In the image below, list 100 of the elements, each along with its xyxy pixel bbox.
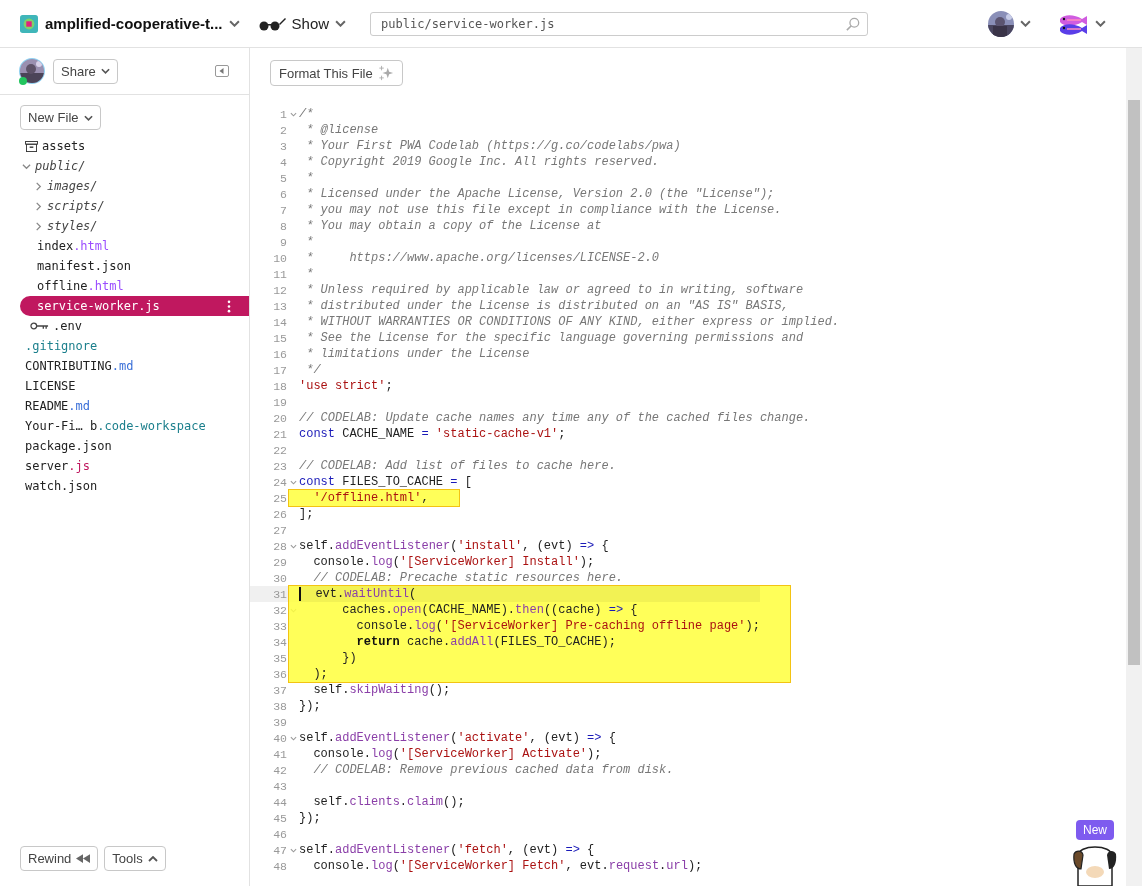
chevron-right-icon[interactable] — [34, 201, 43, 211]
code-line: * Your First PWA Codelab (https://g.co/codelabs/pwa) — [305, 138, 681, 154]
chevron-down-icon — [100, 68, 110, 74]
sparkle-icon — [377, 65, 394, 81]
line-number: 29 — [272, 555, 287, 569]
line-number: 26 — [272, 507, 287, 521]
code-line: ); — [312, 666, 328, 682]
format-file-button[interactable]: Format This File — [270, 60, 403, 86]
line-number: 34 — [272, 635, 287, 649]
code-line: // CODELAB: Add list of files to cache here. — [299, 458, 616, 474]
collapse-sidebar-icon[interactable] — [215, 65, 229, 77]
line-number: 32 — [272, 603, 287, 617]
line-number: 47 — [272, 843, 287, 857]
line-number: 11 — [272, 267, 287, 281]
code-line: * distributed under the License is distributed on an "AS IS" BASIS, — [305, 298, 789, 314]
project-name[interactable]: amplified-cooperative-t... — [45, 15, 223, 32]
fold-chevron-icon[interactable] — [289, 735, 297, 741]
file-item[interactable]: CONTRIBUTING.md — [25, 359, 134, 373]
code-line: * — [305, 170, 314, 186]
file-item[interactable]: LICENSE — [25, 379, 76, 393]
code-line: '/offline.html', — [312, 490, 429, 506]
new-badge[interactable]: New — [1076, 820, 1114, 840]
code-line: * — [305, 266, 314, 282]
code-line: evt.waitUntil( — [314, 586, 417, 602]
line-number: 18 — [272, 379, 287, 393]
code-line: * https://www.apache.org/licenses/LICENSE-2.0 — [305, 250, 660, 266]
code-line: * WITHOUT WARRANTIES OR CONDITIONS OF ANY KIND, either express or implied. — [305, 314, 840, 330]
line-number: 27 — [272, 523, 287, 537]
fold-chevron-icon[interactable] — [289, 543, 297, 549]
line-number: 23 — [272, 459, 287, 473]
file-item[interactable]: server.js — [25, 459, 91, 473]
tools-button[interactable]: Tools — [104, 846, 166, 871]
line-number: 42 — [272, 763, 287, 777]
new-file-button[interactable]: New File — [20, 105, 101, 130]
chevron-right-icon[interactable] — [34, 181, 43, 191]
line-number: 46 — [272, 827, 287, 841]
code-line: // CODELAB: Update cache names any time any of the cached files change. — [299, 410, 811, 426]
code-line: console.log('[ServiceWorker] Install'); — [312, 554, 595, 570]
code-line: * limitations under the License — [305, 346, 530, 362]
line-number: 22 — [272, 443, 287, 457]
chevron-down-icon[interactable] — [22, 161, 31, 171]
code-line: ]; — [299, 506, 314, 522]
chevron-down-icon[interactable] — [1020, 20, 1031, 27]
code-line: * @license — [305, 122, 379, 138]
rewind-button[interactable]: Rewind — [20, 846, 99, 871]
chevron-right-icon[interactable] — [34, 221, 43, 231]
line-number: 17 — [272, 363, 287, 377]
code-line: * you may not use this file except in compliance with the License. — [305, 202, 782, 218]
chevron-up-icon — [147, 855, 158, 862]
code-line: * Licensed under the Apache License, Version 2.0 (the "License"); — [305, 186, 775, 202]
chevron-down-icon[interactable] — [335, 20, 347, 27]
key-icon — [30, 322, 49, 330]
file-path-field[interactable]: public/service-worker.js — [370, 11, 869, 36]
line-number: 28 — [272, 539, 287, 553]
file-item[interactable]: package.json — [25, 439, 112, 453]
folder-item[interactable]: public/ — [35, 159, 86, 173]
line-number: 9 — [279, 235, 287, 249]
show-menu[interactable]: Show — [291, 15, 330, 32]
line-number: 48 — [272, 859, 287, 873]
chevron-down-icon[interactable] — [1095, 20, 1106, 27]
file-item[interactable]: watch.json — [25, 479, 98, 493]
code-line: * You may obtain a copy of the License at — [305, 218, 602, 234]
scrollbar[interactable] — [1126, 48, 1142, 886]
chevron-down-icon[interactable] — [228, 20, 240, 27]
line-number: 4 — [279, 155, 287, 169]
folder-item[interactable]: scripts/ — [47, 199, 105, 213]
line-number: 14 — [272, 315, 287, 329]
file-item[interactable]: offline.html — [37, 279, 124, 293]
file-item[interactable]: README.md — [25, 399, 91, 413]
folder-item[interactable]: styles/ — [47, 219, 98, 233]
code-line: console.log('[ServiceWorker] Activate'); — [312, 746, 602, 762]
line-number: 44 — [272, 795, 287, 809]
file-item[interactable]: Your-Fi… b.code-workspace — [25, 419, 206, 433]
fold-chevron-icon[interactable] — [289, 479, 297, 485]
file-item[interactable]: index.html — [37, 239, 110, 253]
search-icon[interactable] — [846, 16, 861, 31]
fold-chevron-icon[interactable] — [289, 847, 297, 853]
tree-item[interactable]: assets — [42, 139, 86, 153]
folder-item[interactable]: images/ — [47, 179, 98, 193]
line-number: 13 — [272, 299, 287, 313]
line-number: 45 — [272, 811, 287, 825]
code-line: self.addEventListener('install', (evt) => { — [299, 538, 609, 554]
fish-logo-icon[interactable] — [1057, 12, 1089, 35]
rewind-icon — [76, 854, 91, 863]
line-number: 36 — [272, 667, 287, 681]
more-options-icon[interactable] — [227, 299, 231, 313]
file-item[interactable]: manifest.json — [37, 259, 131, 273]
selected-file-row[interactable]: service-worker.js — [20, 296, 249, 316]
code-line: self.addEventListener('activate', (evt) => { — [299, 730, 616, 746]
fold-chevron-icon[interactable] — [289, 111, 297, 117]
code-line: const FILES_TO_CACHE = [ — [299, 474, 472, 490]
code-line: console.log('[ServiceWorker] Pre-caching offline page'); — [355, 618, 760, 634]
share-button[interactable]: Share — [53, 58, 118, 84]
code-line: }); — [299, 810, 321, 826]
code-line: // CODELAB: Precache static resources here. — [312, 570, 624, 586]
scrollbar-thumb[interactable] — [1128, 100, 1140, 665]
line-number: 8 — [279, 219, 287, 233]
glasses-icon — [257, 16, 286, 31]
tree-item[interactable]: .env — [53, 319, 82, 333]
file-item[interactable]: .gitignore — [25, 339, 98, 353]
